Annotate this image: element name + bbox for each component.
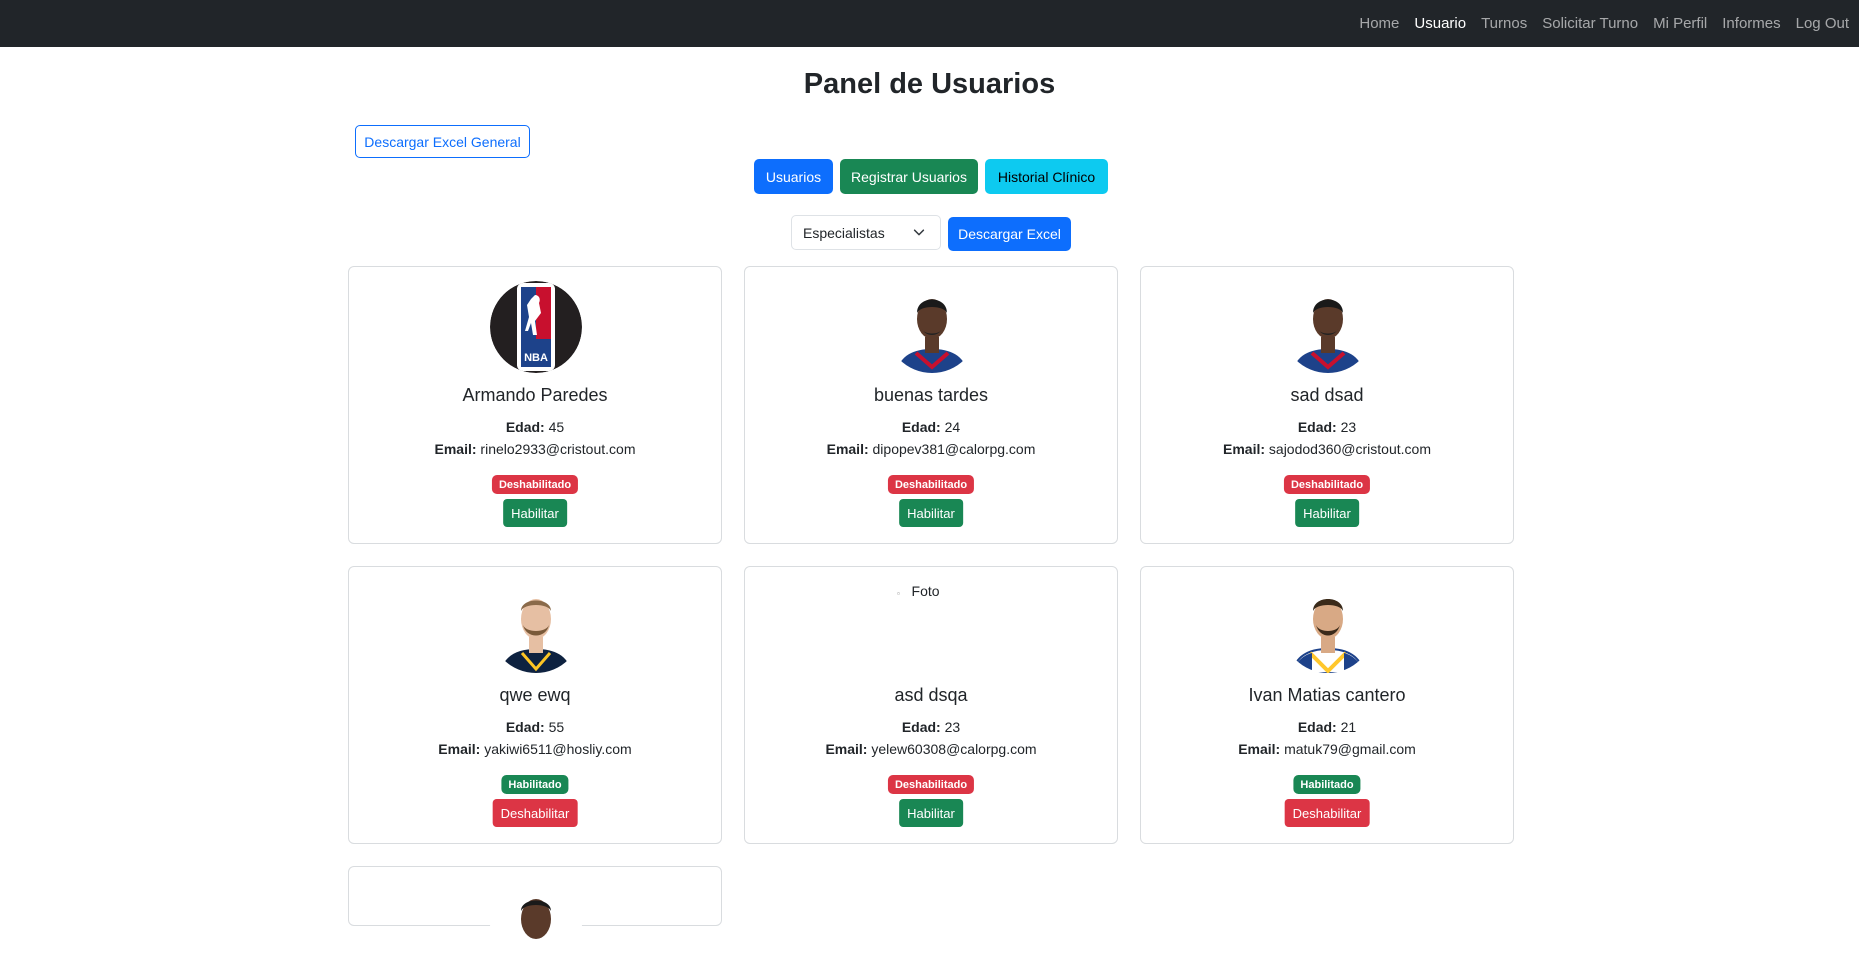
user-name: Ivan Matias cantero: [1248, 685, 1406, 705]
habilitar-button[interactable]: Habilitar: [899, 499, 963, 527]
nav-mi-perfil[interactable]: Mi Perfil: [1653, 15, 1707, 32]
user-age: Edad: 23: [901, 719, 961, 735]
user-card: sad dsad Edad: 23 Email: sajodod360@cris…: [1140, 266, 1514, 544]
status-badge: Deshabilitado: [491, 475, 579, 494]
user-age: Edad: 23: [1297, 419, 1357, 435]
user-age: Edad: 21: [1297, 719, 1357, 735]
habilitar-button[interactable]: Habilitar: [1295, 499, 1359, 527]
chevron-down-icon: [913, 229, 925, 236]
user-card: NBA Armando Paredes Edad: 45 Email: rine…: [348, 266, 722, 544]
player-photo-avatar: [490, 881, 582, 973]
download-excel-button[interactable]: Descargar Excel: [948, 217, 1071, 251]
player-photo-avatar: [886, 281, 978, 373]
user-card: qwe ewq Edad: 55 Email: yakiwi6511@hosli…: [348, 566, 722, 844]
user-email: Email: sajodod360@cristout.com: [1223, 441, 1431, 457]
broken-image-icon: ▫ Foto: [897, 583, 940, 599]
status-badge: Deshabilitado: [887, 475, 975, 494]
user-name: sad dsad: [1290, 385, 1364, 405]
habilitar-button[interactable]: Habilitar: [503, 499, 567, 527]
user-card: Ivan Matias cantero Edad: 21 Email: matu…: [1140, 566, 1514, 844]
nav-solicitar-turno[interactable]: Solicitar Turno: [1542, 15, 1638, 32]
nav-informes[interactable]: Informes: [1722, 15, 1780, 32]
user-age: Edad: 24: [901, 419, 961, 435]
role-filter-select[interactable]: Especialistas: [791, 215, 941, 250]
status-badge: Habilitado: [1293, 775, 1361, 794]
player-photo-avatar: [1282, 281, 1374, 373]
tab-usuarios-button[interactable]: Usuarios: [754, 159, 833, 194]
nav-logout[interactable]: Log Out: [1796, 15, 1849, 32]
role-filter-value: Especialistas: [803, 224, 885, 241]
user-card: [348, 866, 722, 973]
nav-links: Home Usuario Turnos Solicitar Turno Mi P…: [1344, 0, 1849, 47]
user-name: buenas tardes: [873, 385, 989, 405]
user-name: asd dsqa: [894, 685, 968, 705]
player-photo-avatar: [490, 581, 582, 673]
user-email: Email: dipopev381@calorpg.com: [826, 441, 1036, 457]
user-name: Armando Paredes: [462, 385, 608, 405]
svg-text:NBA: NBA: [524, 352, 548, 364]
tab-historial-clinico-button[interactable]: Historial Clínico: [985, 159, 1108, 194]
user-email: Email: matuk79@gmail.com: [1238, 741, 1416, 757]
nav-turnos[interactable]: Turnos: [1481, 15, 1527, 32]
user-card: ▫ Foto asd dsqa Edad: 23 Email: yelew603…: [744, 566, 1118, 844]
nba-logo-avatar: NBA: [490, 281, 582, 373]
user-email: Email: rinelo2933@cristout.com: [434, 441, 636, 457]
deshabilitar-button[interactable]: Deshabilitar: [1284, 799, 1370, 827]
status-badge: Deshabilitado: [887, 775, 975, 794]
player-photo-avatar: [1282, 581, 1374, 673]
status-badge: Deshabilitado: [1283, 475, 1371, 494]
habilitar-button[interactable]: Habilitar: [899, 799, 963, 827]
deshabilitar-button[interactable]: Deshabilitar: [492, 799, 578, 827]
nav-home[interactable]: Home: [1359, 15, 1399, 32]
top-navbar: Home Usuario Turnos Solicitar Turno Mi P…: [0, 0, 1859, 47]
user-email: Email: yakiwi6511@hosliy.com: [438, 741, 632, 757]
user-age: Edad: 55: [505, 719, 565, 735]
page-title: Panel de Usuarios: [803, 68, 1056, 100]
tab-registrar-usuarios-button[interactable]: Registrar Usuarios: [840, 159, 978, 194]
download-excel-general-button[interactable]: Descargar Excel General: [355, 125, 530, 158]
nav-usuario[interactable]: Usuario: [1414, 15, 1466, 32]
status-badge: Habilitado: [501, 775, 569, 794]
user-card: buenas tardes Edad: 24 Email: dipopev381…: [744, 266, 1118, 544]
user-age: Edad: 45: [505, 419, 565, 435]
user-name: qwe ewq: [499, 685, 571, 705]
user-email: Email: yelew60308@calorpg.com: [825, 741, 1037, 757]
